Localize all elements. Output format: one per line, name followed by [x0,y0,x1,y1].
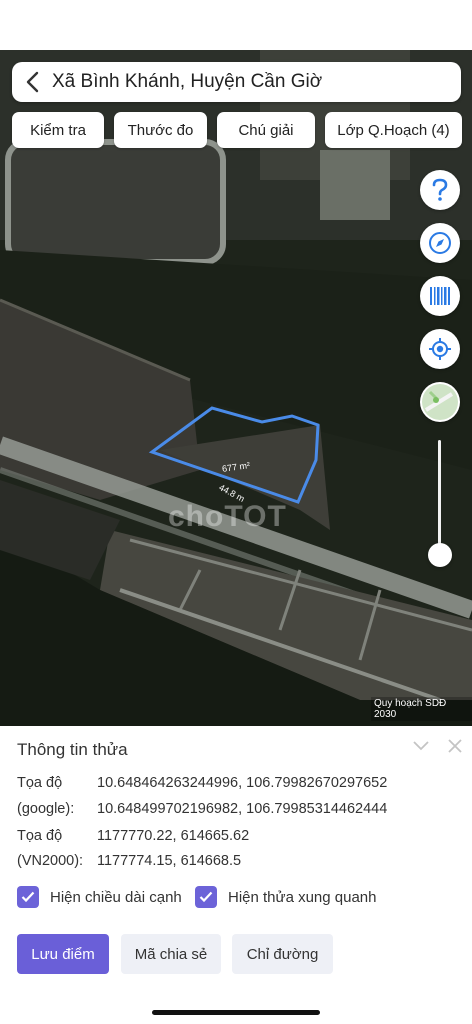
show-neighbors-checkbox[interactable] [195,886,217,908]
coordinate-value: 10.648499702196982, 106.79985314462444 [97,801,388,817]
my-location-button[interactable] [420,329,460,369]
coordinate-label: Tọa độ [17,775,63,791]
map-type-button[interactable] [420,382,460,422]
collapse-button[interactable] [411,736,431,756]
save-point-button[interactable]: Lưu điểm [17,934,109,974]
screen: 677 m² 44.8 m choTOT Quy hoạch SDĐ 2030 … [0,0,472,1024]
coordinate-row-google-1: Tọa độ 10.648464263244996, 106.799826702… [17,775,387,791]
coordinate-value: 1177774.15, 614668.5 [97,853,242,869]
close-icon [448,739,462,753]
planning-layer-button[interactable]: Lớp Q.Hoạch (4) [325,112,462,148]
show-edge-length-option[interactable]: Hiện chiều dài cạnh [17,886,182,908]
parcel-info-panel: Thông tin thửa Tọa độ 10.648464263244996… [0,726,472,1024]
coordinate-row-vn2000-2: (VN2000): 1177774.15, 614668.5 [17,853,241,869]
coordinate-value: 10.648464263244996, 106.79982670297652 [97,775,388,791]
coordinate-label: (VN2000): [17,853,84,869]
home-indicator [152,1010,320,1015]
tool-chips: Kiểm tra Thước đo Chú giải Lớp Q.Hoạch (… [12,112,462,148]
coordinate-label: Tọa độ [17,828,63,844]
map-thumbnail-icon [422,384,458,420]
ruler-button[interactable]: Thước đo [114,112,207,148]
check-button[interactable]: Kiểm tra [12,112,104,148]
show-edge-length-checkbox[interactable] [17,886,39,908]
crosshair-icon [429,338,451,360]
location-bar[interactable]: Xã Bình Khánh, Huyện Cần Giờ [12,62,461,102]
show-edge-length-label: Hiện chiều dài cạnh [50,888,182,906]
show-neighbors-label: Hiện thửa xung quanh [228,888,377,906]
share-code-button[interactable]: Mã chia sẻ [121,934,221,974]
close-button[interactable] [445,736,465,756]
map-view[interactable]: 677 m² 44.8 m [0,50,472,726]
panel-title: Thông tin thửa [17,740,128,759]
question-icon [432,178,448,201]
location-title: Xã Bình Khánh, Huyện Cần Giờ [52,71,323,92]
back-button[interactable] [12,62,52,102]
coordinate-row-vn2000-1: Tọa độ 1177770.22, 614665.62 [17,828,249,844]
show-neighbors-option[interactable]: Hiện thửa xung quanh [195,886,376,908]
parcel-outline[interactable] [0,50,472,726]
chevron-down-icon [413,741,429,751]
coordinate-row-google-2: (google): 10.648499702196982, 106.799853… [17,801,387,817]
compass-button[interactable] [420,223,460,263]
help-button[interactable] [420,170,460,210]
map-attribution: Quy hoạch SDĐ 2030 [371,697,472,721]
coordinate-value: 1177770.22, 614665.62 [97,828,250,844]
chevron-left-icon [26,71,39,93]
zoom-slider-handle[interactable] [428,543,452,567]
watermark: choTOT [168,500,287,533]
zoom-slider-track[interactable] [438,440,441,555]
legend-button[interactable]: Chú giải [217,112,315,148]
barcode-icon [430,287,450,305]
compass-icon [429,232,451,254]
checkmark-icon [199,891,213,903]
directions-button[interactable]: Chỉ đường [232,934,333,974]
barcode-button[interactable] [420,276,460,316]
checkmark-icon [21,891,35,903]
coordinate-label: (google): [17,801,75,817]
